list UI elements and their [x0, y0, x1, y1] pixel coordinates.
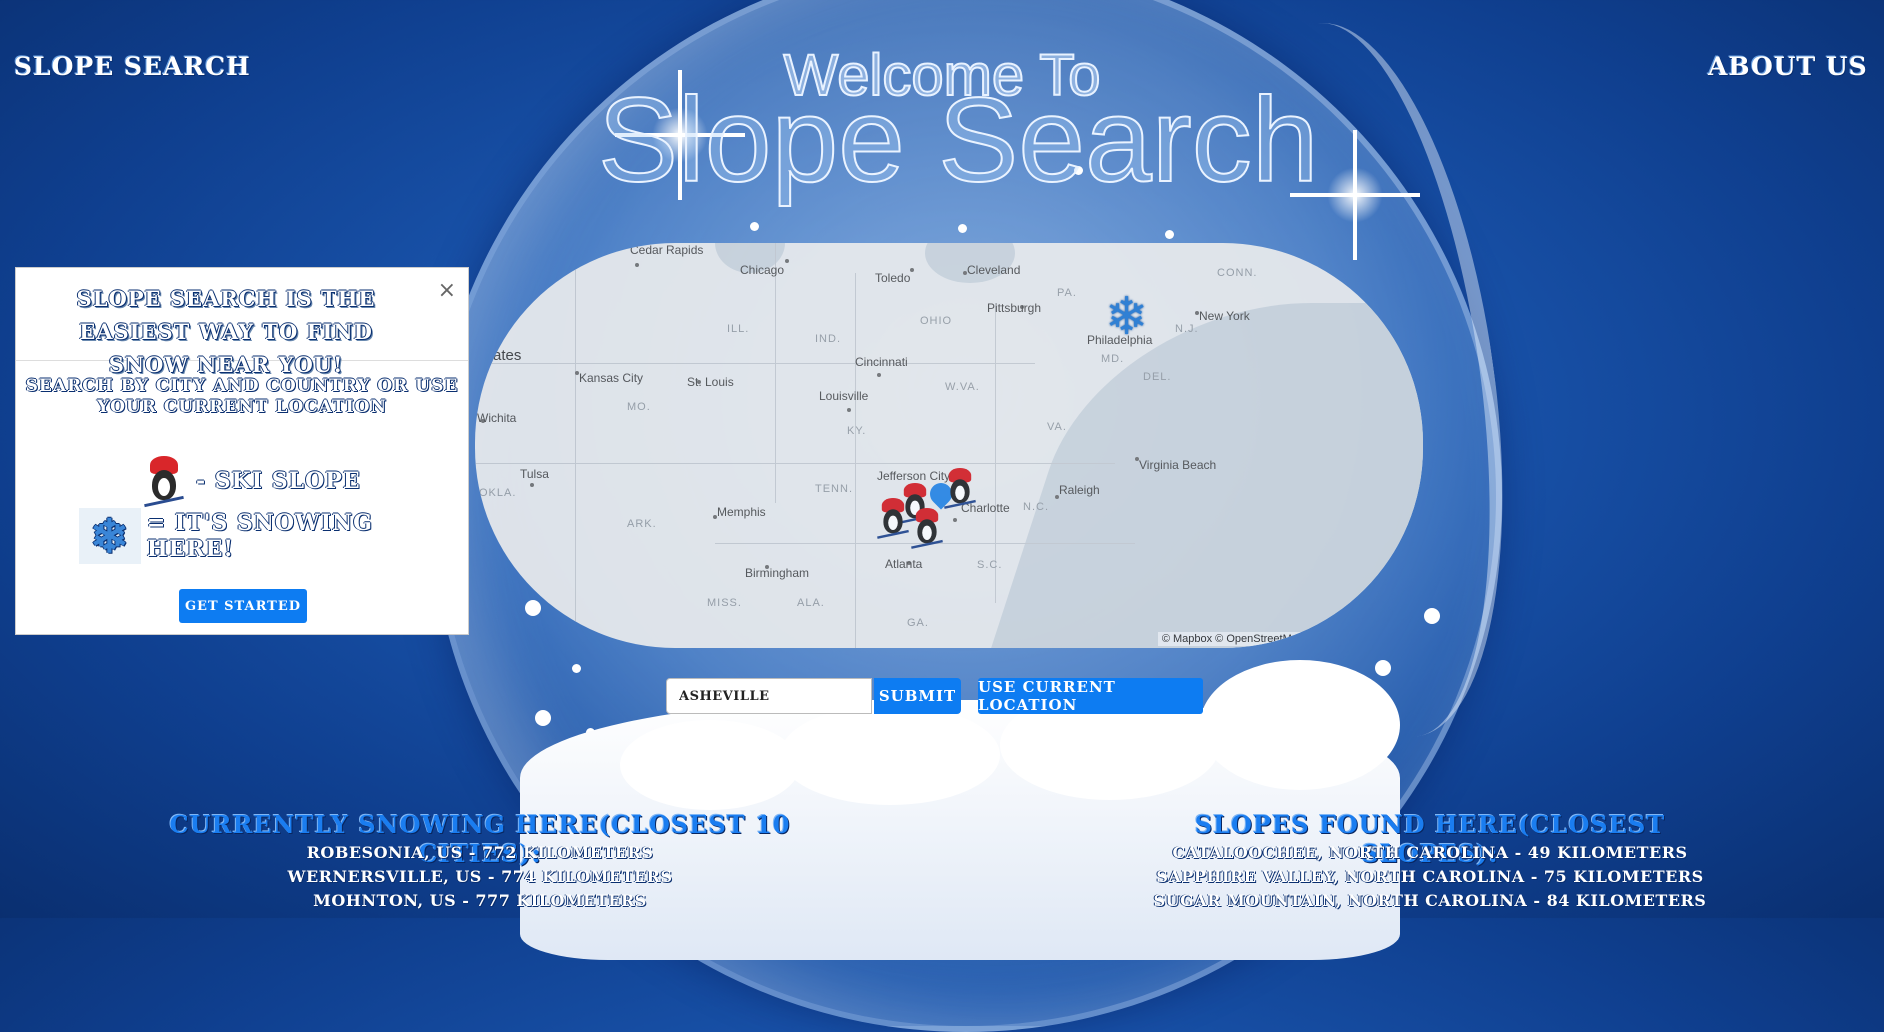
snow-mound	[780, 705, 1000, 805]
city-label: Raleigh	[1059, 483, 1100, 497]
state-label: OKLA.	[479, 487, 517, 499]
city-dot	[530, 483, 534, 487]
city-label: Memphis	[717, 505, 766, 519]
list-item: Wernersville, US - 774 kilometers	[287, 867, 673, 886]
city-dot	[847, 408, 851, 412]
state-label: PA.	[1057, 287, 1077, 299]
city-label: Wichita	[477, 411, 517, 425]
city-dot	[953, 518, 957, 522]
intro-modal: Slope Search is the easiest way to find …	[15, 267, 469, 635]
city-search-input[interactable]	[666, 678, 872, 714]
state-label: VA.	[1047, 421, 1067, 433]
city-dot	[635, 263, 639, 267]
map-partial-label: ates	[493, 347, 522, 364]
map-state-line	[855, 273, 856, 648]
snow-dot	[525, 600, 541, 616]
site-title: Slope Search	[597, 73, 1319, 207]
snow-marker-icon[interactable]: ❄	[1105, 291, 1149, 343]
state-label: N.C.	[1023, 501, 1049, 513]
list-item: Sugar Mountain, North Carolina - 84 kilo…	[1153, 891, 1707, 910]
close-icon[interactable]: ×	[438, 280, 456, 302]
city-label: New York	[1199, 309, 1250, 323]
snow-mound	[1200, 660, 1400, 790]
modal-title: Slope Search is the easiest way to find …	[76, 286, 376, 377]
snow-dot	[958, 224, 967, 233]
city-label: Tulsa	[520, 467, 549, 481]
city-dot	[785, 259, 789, 263]
city-label: Cedar Rapids	[630, 243, 704, 257]
snow-dot	[535, 710, 551, 726]
state-label: MO.	[627, 401, 651, 413]
penguin-skier-icon	[144, 456, 184, 508]
list-item: Mohnton, US - 777 kilometers	[313, 891, 647, 910]
state-label: ARK.	[627, 518, 657, 530]
snow-mound	[620, 720, 800, 810]
state-label: W.VA.	[945, 381, 980, 393]
map-state-line	[475, 363, 1035, 364]
map-state-line	[995, 303, 996, 603]
modal-header: Slope Search is the easiest way to find …	[16, 268, 468, 377]
state-label: CONN.	[1217, 267, 1258, 279]
state-label: ALA.	[797, 597, 825, 609]
state-label: OHIO	[920, 315, 953, 327]
snow-dot	[750, 222, 759, 231]
map-attribution[interactable]: © Mapbox © OpenStreetMap	[1157, 632, 1308, 646]
city-dot	[877, 373, 881, 377]
state-label: ILL.	[727, 323, 750, 335]
snow-dot	[1165, 230, 1174, 239]
ski-slope-marker-icon[interactable]	[877, 498, 909, 539]
map-state-line	[775, 243, 776, 503]
city-dot	[910, 268, 914, 272]
use-current-location-button[interactable]: Use Current Location	[978, 678, 1203, 714]
ski-slope-marker-icon[interactable]	[944, 468, 976, 509]
state-label: KY.	[847, 425, 867, 437]
snowing-results-list: Robesonia, US - 772 kilometers Wernersvi…	[180, 841, 780, 913]
city-label: Birmingham	[745, 566, 810, 580]
city-label: Chicago	[740, 263, 785, 277]
legend-ski-slope: - Ski Slope	[144, 456, 361, 508]
submit-button[interactable]: Submit	[874, 678, 961, 714]
state-label: S.C.	[977, 559, 1003, 571]
legend-snowing-label: = It's snowing here!	[146, 510, 373, 562]
snow-dot	[1424, 608, 1440, 624]
modal-subtitle: Search by city and country or use your c…	[25, 376, 459, 417]
city-label: Jefferson City	[877, 469, 951, 483]
snowflake-icon: ❄	[79, 508, 141, 564]
state-label: DEL.	[1143, 371, 1172, 383]
map-ocean	[966, 303, 1423, 648]
snow-dot	[1375, 660, 1391, 676]
city-label: Kansas City	[579, 371, 644, 385]
city-label: Atlanta	[885, 557, 923, 571]
snow-dot	[572, 664, 581, 673]
list-item: Sapphire Valley, North Carolina - 75 kil…	[1156, 867, 1704, 886]
city-label: St. Louis	[687, 375, 734, 389]
state-label: MISS.	[707, 597, 742, 609]
state-label: MD.	[1101, 353, 1125, 365]
map[interactable]: Cedar Rapids Chicago Toledo Cleveland Pi…	[475, 243, 1423, 648]
state-label: GA.	[907, 617, 929, 629]
map-state-line	[575, 243, 576, 648]
slopes-results-list: Cataloochee, North Carolina - 49 kilomet…	[1130, 841, 1730, 913]
legend-ski-slope-label: - Ski Slope	[196, 468, 361, 494]
list-item: Cataloochee, North Carolina - 49 kilomet…	[1172, 843, 1688, 862]
city-label: Pittsburgh	[987, 301, 1042, 315]
city-label: Virginia Beach	[1139, 458, 1217, 472]
city-label: Toledo	[875, 271, 911, 285]
legend-snowing: ❄ = It's snowing here!	[79, 508, 468, 564]
state-label: IND.	[815, 333, 841, 345]
state-label: TENN.	[815, 483, 853, 495]
city-label: Cincinnati	[855, 355, 908, 369]
ski-slope-marker-icon[interactable]	[911, 508, 943, 549]
list-item: Robesonia, US - 772 kilometers	[306, 843, 654, 862]
map-state-line	[475, 463, 1115, 464]
city-label: Cleveland	[967, 263, 1021, 277]
city-label: Louisville	[819, 389, 869, 403]
get-started-button[interactable]: Get Started	[179, 589, 307, 623]
state-label: N.J.	[1175, 323, 1199, 335]
